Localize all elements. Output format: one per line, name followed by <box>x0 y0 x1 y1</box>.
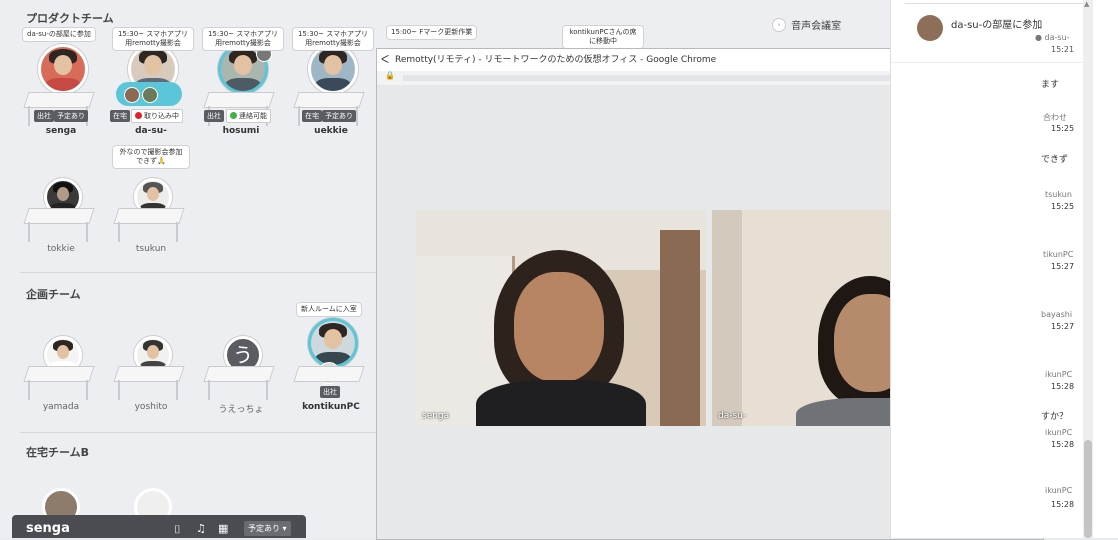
status-bubble: 15:00~ Fマーク更新作業 <box>386 25 478 40</box>
user-bar: senga ⌷ ♫ ▦ 予定あり ▾ <box>12 515 306 538</box>
seat-uekkie[interactable]: 在宅 予定あり uekkie <box>286 42 376 162</box>
video-tile-senga[interactable]: senga <box>416 210 706 426</box>
chat-time: 15:27 <box>1051 262 1075 271</box>
chat-author: tsukun <box>1045 190 1072 199</box>
chat-author: ● da-su- <box>1035 33 1070 42</box>
status-bubble: da-su-の部屋に参加 <box>22 27 96 42</box>
chat-time: 15:25 <box>1051 124 1075 133</box>
comment-icon: ● <box>1035 33 1042 42</box>
chat-author: ikunPC <box>1045 486 1073 495</box>
schedule-badge: 予定あり <box>322 110 356 122</box>
location-badge: 出社 <box>320 386 340 398</box>
seat-kontikunpc[interactable]: 出社 kontikunPC <box>286 316 376 436</box>
avatar[interactable] <box>308 44 358 94</box>
avatar[interactable] <box>38 44 88 94</box>
available-dot-icon <box>230 112 237 119</box>
avatar[interactable] <box>308 318 358 368</box>
voice-room-label: 音声会議室 <box>791 21 842 32</box>
seat-hosumi[interactable]: 出社 連絡可能 hosumi <box>196 42 286 162</box>
chat-author: ikunPC <box>1045 428 1073 437</box>
chat-snippet: 合わせ <box>1043 113 1067 122</box>
url-field[interactable] <box>403 75 963 81</box>
status-bubble: 15:30~ スマホアプリ用remotty撮影会 <box>112 27 194 51</box>
seat-senga[interactable]: 出社 予定あり senga <box>16 42 106 162</box>
member-name: da-su- <box>135 126 167 136</box>
team-title-product: プロダクトチーム <box>26 12 114 25</box>
status-bubble: 15:30~ スマホアプリ用remotty撮影会 <box>292 27 374 51</box>
member-name: tsukun <box>135 244 167 254</box>
status-bubble: 外なので撮影会参加できず🙏 <box>112 145 190 169</box>
member-name: うえっちょ <box>218 405 264 415</box>
seat-tsukun[interactable]: tsukun <box>106 168 196 288</box>
chat-time: 15:21 <box>1051 45 1075 54</box>
camera-icon[interactable]: ⌷ <box>174 523 181 537</box>
location-badge: 出社 <box>204 110 224 122</box>
busy-dot-icon <box>135 112 142 119</box>
chat-snippet: ます <box>1041 80 1060 90</box>
chat-time: 15:27 <box>1051 322 1075 331</box>
scrollbar-thumb[interactable] <box>1084 440 1092 538</box>
avatar <box>124 87 140 103</box>
window-title: Remotty(リモティ) - リモートワークのための仮想オフィス - Goog… <box>395 55 717 65</box>
bell-icon[interactable]: ♫ <box>196 522 206 535</box>
presence-badge: 連絡可能 <box>226 109 271 123</box>
voice-room[interactable]: › 音声会議室 <box>772 14 841 33</box>
chat-time: 15:28 <box>1051 440 1075 449</box>
chat-message: da-su-の部屋に参加 <box>951 20 1043 31</box>
presence-badge: 取り込み中 <box>131 109 183 123</box>
chat-author: tikunPC <box>1043 250 1074 259</box>
seat-uecho[interactable]: う うえっちょ <box>196 326 286 446</box>
location-badge: 在宅 <box>110 110 130 122</box>
location-badge: 出社 <box>34 110 54 122</box>
member-name: senga <box>45 126 77 136</box>
team-title-home-b: 在宅チームB <box>26 446 90 459</box>
participant-name: da-su- <box>718 411 747 421</box>
app-logo-icon: ᐸ <box>381 53 390 66</box>
chat-snippet: できず <box>1041 155 1069 165</box>
team-title-planning: 企画チーム <box>26 288 81 301</box>
seat-da-su[interactable]: 在宅 取り込み中 da-su- <box>106 42 196 162</box>
member-name: hosumi <box>222 126 260 136</box>
chevron-right-icon: › <box>772 17 786 32</box>
lock-icon: 🔒 <box>385 71 395 80</box>
chat-time: 15:28 <box>1051 500 1075 509</box>
avatar <box>917 15 943 41</box>
status-bubble: kontikunPCさんの席に移動中 <box>562 25 644 49</box>
building-icon[interactable]: ▦ <box>218 522 228 535</box>
status-dropdown[interactable]: 予定あり ▾ <box>244 521 291 536</box>
member-name: kontikunPC <box>302 402 360 412</box>
chat-snippet: すか？ <box>1041 412 1069 422</box>
avatar <box>142 87 158 103</box>
chat-author: ikunPC <box>1045 370 1073 379</box>
seat-yoshito[interactable]: yoshito <box>106 326 196 446</box>
member-name: uekkie <box>314 126 348 136</box>
chat-time: 15:28 <box>1051 382 1075 391</box>
member-name: yoshito <box>134 402 168 412</box>
location-badge: 在宅 <box>302 110 322 122</box>
member-name: yamada <box>42 402 80 412</box>
scroll-up-icon[interactable]: ▲ <box>1084 0 1089 8</box>
participant-name: senga <box>422 411 450 421</box>
seat-yamada[interactable]: yamada <box>16 326 106 446</box>
chat-time: 15:25 <box>1051 202 1075 211</box>
seat-tokkie[interactable]: tokkie <box>16 168 106 288</box>
chat-author: bayashi <box>1041 310 1073 319</box>
status-bubble: 15:30~ スマホアプリ用remotty撮影会 <box>202 27 284 51</box>
current-user-name: senga <box>26 521 70 536</box>
status-bubble: 新人ルームに入室 <box>296 302 362 317</box>
member-name: tokkie <box>47 244 75 254</box>
schedule-badge: 予定あり <box>54 110 88 122</box>
